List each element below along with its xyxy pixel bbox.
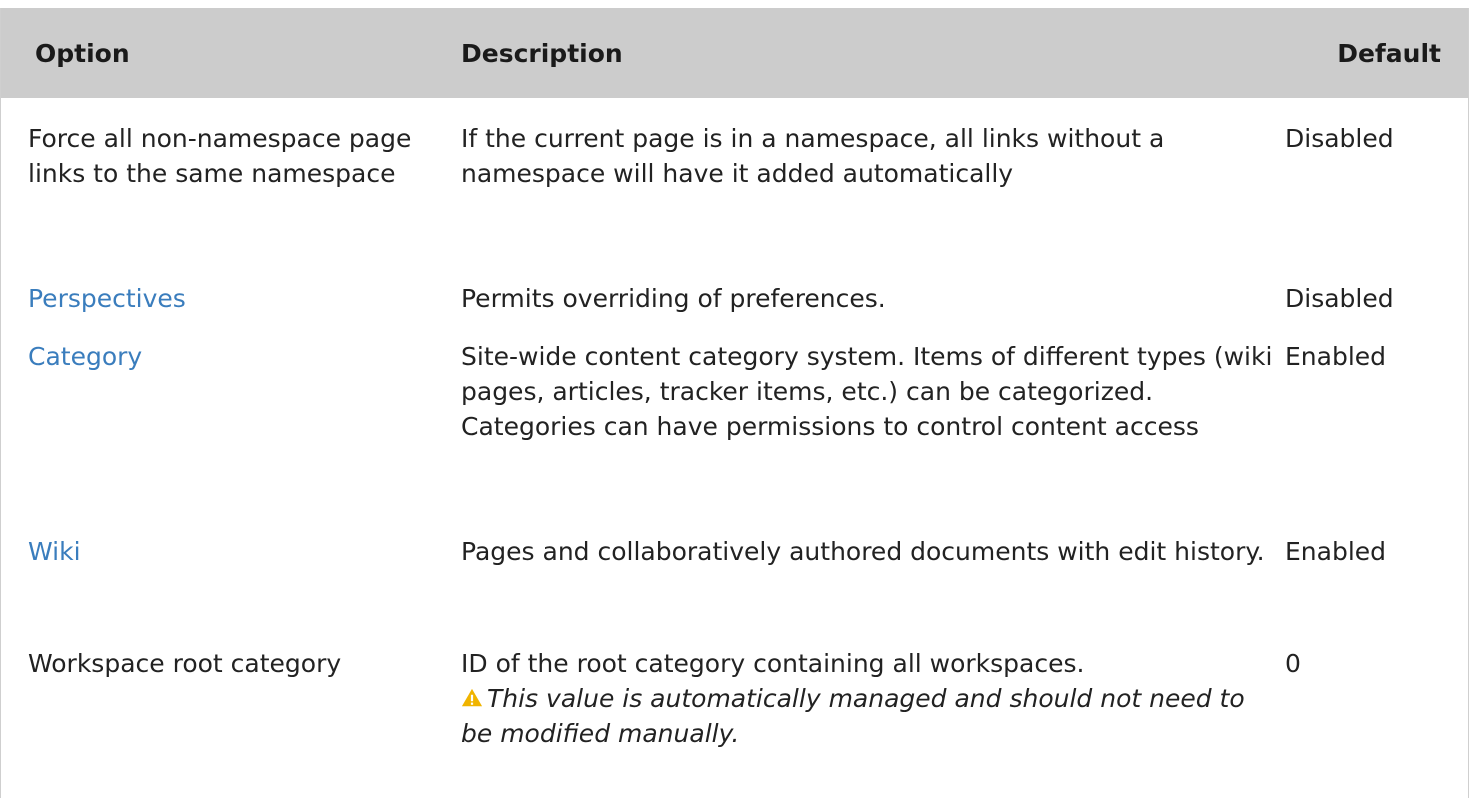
header-default: Default bbox=[1337, 38, 1441, 68]
table-row: Perspectives Permits overriding of prefe… bbox=[1, 265, 1468, 338]
description-cell: ID of the root category containing all w… bbox=[434, 646, 1285, 786]
option-cell: Workspace root category bbox=[1, 646, 434, 786]
description-cell: Pages and collaboratively authored docum… bbox=[461, 537, 1265, 566]
header-option: Option bbox=[35, 38, 130, 68]
table-header-row: Option Description Default bbox=[1, 8, 1468, 98]
option-cell: Category bbox=[1, 338, 434, 534]
warning-triangle-icon bbox=[461, 688, 483, 707]
description-cell: Permits overriding of preferences. bbox=[461, 284, 886, 313]
option-cell: Wiki bbox=[1, 534, 434, 646]
option-name: Force all non-namespace page links to th… bbox=[28, 124, 412, 188]
table-row: Workspace root category ID of the root c… bbox=[1, 646, 1468, 786]
default-value: Disabled bbox=[1285, 124, 1394, 153]
description-cell: Site-wide content category system. Items… bbox=[461, 342, 1273, 441]
description-cell: If the current page is in a namespace, a… bbox=[461, 124, 1165, 188]
table-row: Wiki Pages and collaboratively authored … bbox=[1, 534, 1468, 646]
warning-text: This value is automatically managed and … bbox=[461, 684, 1245, 748]
preferences-table: Option Description Default Force all non… bbox=[1, 8, 1468, 786]
header-description: Description bbox=[461, 38, 623, 68]
default-value: Enabled bbox=[1285, 342, 1387, 371]
option-cell: Perspectives bbox=[1, 265, 434, 338]
table-row: Category Site-wide content category syst… bbox=[1, 338, 1468, 534]
preferences-table-container: Option Description Default Force all non… bbox=[0, 8, 1469, 798]
option-link-perspectives[interactable]: Perspectives bbox=[28, 284, 186, 313]
warning-note: This value is automatically managed and … bbox=[461, 681, 1275, 751]
default-value: 0 bbox=[1285, 649, 1301, 678]
option-cell: Force all non-namespace page links to th… bbox=[1, 98, 434, 265]
table-row: Force all non-namespace page links to th… bbox=[1, 98, 1468, 265]
option-link-category[interactable]: Category bbox=[28, 342, 142, 371]
default-value: Enabled bbox=[1285, 537, 1387, 566]
description-text: ID of the root category containing all w… bbox=[461, 649, 1085, 678]
option-name: Workspace root category bbox=[28, 649, 342, 678]
default-value: Disabled bbox=[1285, 284, 1394, 313]
option-link-wiki[interactable]: Wiki bbox=[28, 537, 81, 566]
